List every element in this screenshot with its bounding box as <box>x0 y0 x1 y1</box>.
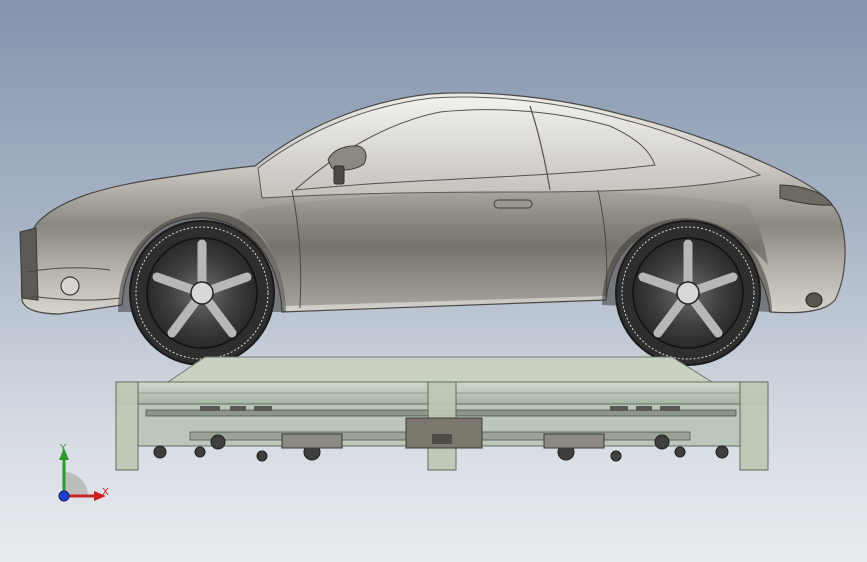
carriage-left <box>281 433 343 449</box>
triad-y-label: Y <box>60 443 67 454</box>
carriage-right <box>543 433 605 449</box>
front-wheel[interactable] <box>129 220 275 366</box>
rear-wheel[interactable] <box>615 220 761 366</box>
rear-hub-icon <box>676 281 700 305</box>
car-roof <box>257 96 762 199</box>
fog-light <box>60 276 80 296</box>
graphics-viewport[interactable]: Y X <box>0 0 867 562</box>
front-grille <box>19 227 39 301</box>
exhaust-pipe <box>805 292 823 308</box>
parking-platform[interactable] <box>115 356 769 471</box>
door-handle <box>493 199 533 209</box>
mirror-stalk <box>333 165 345 185</box>
front-hub-icon <box>190 281 214 305</box>
triad-z-dot-icon <box>58 490 70 502</box>
platform-top-deck <box>166 356 714 383</box>
coordinate-triad: Y X <box>40 438 120 510</box>
triad-x-label: X <box>102 487 109 498</box>
model-scene[interactable] <box>0 0 867 562</box>
platform-post-right <box>739 381 769 471</box>
